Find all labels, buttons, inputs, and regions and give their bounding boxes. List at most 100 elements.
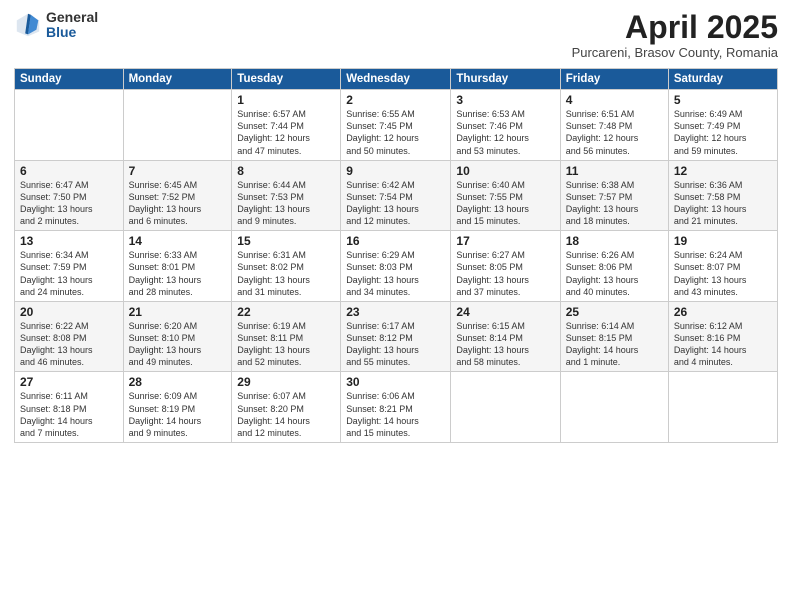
calendar-cell: 11Sunrise: 6:38 AM Sunset: 7:57 PM Dayli… [560,160,668,231]
col-thursday: Thursday [451,69,560,90]
day-number: 16 [346,234,445,248]
location-subtitle: Purcareni, Brasov County, Romania [572,45,778,60]
calendar-cell [668,372,777,443]
calendar-week-row: 13Sunrise: 6:34 AM Sunset: 7:59 PM Dayli… [15,231,778,302]
day-info: Sunrise: 6:14 AM Sunset: 8:15 PM Dayligh… [566,320,663,369]
calendar-cell: 27Sunrise: 6:11 AM Sunset: 8:18 PM Dayli… [15,372,124,443]
calendar-cell [15,90,124,161]
day-info: Sunrise: 6:49 AM Sunset: 7:49 PM Dayligh… [674,108,772,157]
day-number: 28 [129,375,227,389]
day-number: 14 [129,234,227,248]
day-info: Sunrise: 6:17 AM Sunset: 8:12 PM Dayligh… [346,320,445,369]
col-monday: Monday [123,69,232,90]
day-info: Sunrise: 6:06 AM Sunset: 8:21 PM Dayligh… [346,390,445,439]
calendar-cell: 3Sunrise: 6:53 AM Sunset: 7:46 PM Daylig… [451,90,560,161]
day-number: 5 [674,93,772,107]
day-number: 6 [20,164,118,178]
day-number: 29 [237,375,335,389]
day-number: 24 [456,305,554,319]
day-info: Sunrise: 6:07 AM Sunset: 8:20 PM Dayligh… [237,390,335,439]
calendar-cell: 6Sunrise: 6:47 AM Sunset: 7:50 PM Daylig… [15,160,124,231]
col-wednesday: Wednesday [341,69,451,90]
calendar-cell: 1Sunrise: 6:57 AM Sunset: 7:44 PM Daylig… [232,90,341,161]
logo: General Blue [14,10,98,41]
col-friday: Friday [560,69,668,90]
calendar-week-row: 20Sunrise: 6:22 AM Sunset: 8:08 PM Dayli… [15,301,778,372]
col-tuesday: Tuesday [232,69,341,90]
day-number: 13 [20,234,118,248]
calendar-cell: 16Sunrise: 6:29 AM Sunset: 8:03 PM Dayli… [341,231,451,302]
col-sunday: Sunday [15,69,124,90]
calendar-cell: 14Sunrise: 6:33 AM Sunset: 8:01 PM Dayli… [123,231,232,302]
day-number: 10 [456,164,554,178]
calendar-cell: 20Sunrise: 6:22 AM Sunset: 8:08 PM Dayli… [15,301,124,372]
day-number: 26 [674,305,772,319]
calendar-week-row: 1Sunrise: 6:57 AM Sunset: 7:44 PM Daylig… [15,90,778,161]
day-number: 9 [346,164,445,178]
day-number: 4 [566,93,663,107]
day-number: 22 [237,305,335,319]
day-info: Sunrise: 6:12 AM Sunset: 8:16 PM Dayligh… [674,320,772,369]
day-info: Sunrise: 6:15 AM Sunset: 8:14 PM Dayligh… [456,320,554,369]
calendar-week-row: 27Sunrise: 6:11 AM Sunset: 8:18 PM Dayli… [15,372,778,443]
day-number: 27 [20,375,118,389]
day-info: Sunrise: 6:11 AM Sunset: 8:18 PM Dayligh… [20,390,118,439]
calendar-cell: 2Sunrise: 6:55 AM Sunset: 7:45 PM Daylig… [341,90,451,161]
day-number: 3 [456,93,554,107]
calendar-cell: 21Sunrise: 6:20 AM Sunset: 8:10 PM Dayli… [123,301,232,372]
logo-text: General Blue [46,10,98,41]
day-info: Sunrise: 6:19 AM Sunset: 8:11 PM Dayligh… [237,320,335,369]
day-info: Sunrise: 6:24 AM Sunset: 8:07 PM Dayligh… [674,249,772,298]
calendar-cell: 28Sunrise: 6:09 AM Sunset: 8:19 PM Dayli… [123,372,232,443]
calendar-cell: 26Sunrise: 6:12 AM Sunset: 8:16 PM Dayli… [668,301,777,372]
header: General Blue April 2025 Purcareni, Braso… [14,10,778,60]
logo-general-text: General [46,10,98,25]
day-info: Sunrise: 6:34 AM Sunset: 7:59 PM Dayligh… [20,249,118,298]
calendar-cell: 24Sunrise: 6:15 AM Sunset: 8:14 PM Dayli… [451,301,560,372]
calendar-week-row: 6Sunrise: 6:47 AM Sunset: 7:50 PM Daylig… [15,160,778,231]
calendar-cell: 9Sunrise: 6:42 AM Sunset: 7:54 PM Daylig… [341,160,451,231]
day-number: 2 [346,93,445,107]
calendar-cell: 15Sunrise: 6:31 AM Sunset: 8:02 PM Dayli… [232,231,341,302]
calendar-cell: 19Sunrise: 6:24 AM Sunset: 8:07 PM Dayli… [668,231,777,302]
day-info: Sunrise: 6:26 AM Sunset: 8:06 PM Dayligh… [566,249,663,298]
day-number: 17 [456,234,554,248]
day-info: Sunrise: 6:57 AM Sunset: 7:44 PM Dayligh… [237,108,335,157]
calendar-cell: 4Sunrise: 6:51 AM Sunset: 7:48 PM Daylig… [560,90,668,161]
day-info: Sunrise: 6:36 AM Sunset: 7:58 PM Dayligh… [674,179,772,228]
calendar-cell: 23Sunrise: 6:17 AM Sunset: 8:12 PM Dayli… [341,301,451,372]
logo-blue-text: Blue [46,25,98,40]
day-info: Sunrise: 6:20 AM Sunset: 8:10 PM Dayligh… [129,320,227,369]
calendar-cell [123,90,232,161]
calendar-table: Sunday Monday Tuesday Wednesday Thursday… [14,68,778,443]
calendar-header-row: Sunday Monday Tuesday Wednesday Thursday… [15,69,778,90]
day-number: 23 [346,305,445,319]
day-number: 8 [237,164,335,178]
calendar-cell: 8Sunrise: 6:44 AM Sunset: 7:53 PM Daylig… [232,160,341,231]
calendar-cell [560,372,668,443]
calendar-cell: 5Sunrise: 6:49 AM Sunset: 7:49 PM Daylig… [668,90,777,161]
day-info: Sunrise: 6:38 AM Sunset: 7:57 PM Dayligh… [566,179,663,228]
page: General Blue April 2025 Purcareni, Braso… [0,0,792,612]
day-number: 25 [566,305,663,319]
day-info: Sunrise: 6:51 AM Sunset: 7:48 PM Dayligh… [566,108,663,157]
calendar-cell: 25Sunrise: 6:14 AM Sunset: 8:15 PM Dayli… [560,301,668,372]
calendar-cell: 29Sunrise: 6:07 AM Sunset: 8:20 PM Dayli… [232,372,341,443]
day-info: Sunrise: 6:53 AM Sunset: 7:46 PM Dayligh… [456,108,554,157]
calendar-cell: 22Sunrise: 6:19 AM Sunset: 8:11 PM Dayli… [232,301,341,372]
day-number: 12 [674,164,772,178]
calendar-cell: 17Sunrise: 6:27 AM Sunset: 8:05 PM Dayli… [451,231,560,302]
calendar-cell: 12Sunrise: 6:36 AM Sunset: 7:58 PM Dayli… [668,160,777,231]
day-number: 15 [237,234,335,248]
day-info: Sunrise: 6:29 AM Sunset: 8:03 PM Dayligh… [346,249,445,298]
day-number: 19 [674,234,772,248]
day-info: Sunrise: 6:09 AM Sunset: 8:19 PM Dayligh… [129,390,227,439]
day-info: Sunrise: 6:45 AM Sunset: 7:52 PM Dayligh… [129,179,227,228]
day-info: Sunrise: 6:33 AM Sunset: 8:01 PM Dayligh… [129,249,227,298]
day-info: Sunrise: 6:31 AM Sunset: 8:02 PM Dayligh… [237,249,335,298]
day-number: 18 [566,234,663,248]
title-block: April 2025 Purcareni, Brasov County, Rom… [572,10,778,60]
day-info: Sunrise: 6:40 AM Sunset: 7:55 PM Dayligh… [456,179,554,228]
day-number: 30 [346,375,445,389]
logo-icon [14,11,42,39]
